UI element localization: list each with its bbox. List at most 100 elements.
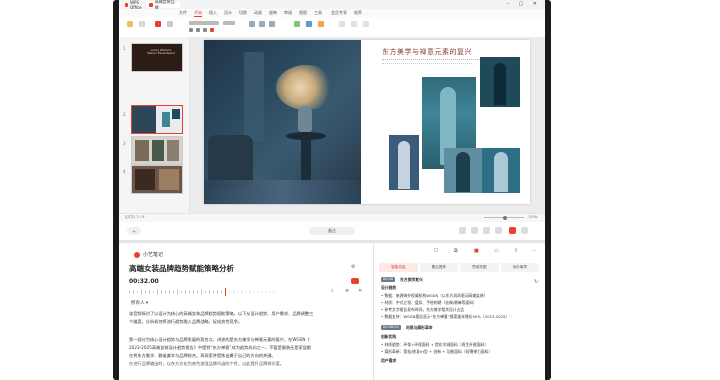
fashion-photo-bottom-left[interactable] <box>389 135 419 190</box>
dried-flowers <box>276 65 336 110</box>
fashion-photo-bottom-middle[interactable] <box>444 148 482 193</box>
vase <box>298 106 312 132</box>
copy-icon[interactable]: ⧉ <box>454 248 458 254</box>
side-table <box>286 132 326 140</box>
slide-canvas[interactable]: 东方美学与禅意元素的复兴 <box>190 37 545 217</box>
menu-review[interactable]: 审阅 <box>284 10 292 16</box>
transcript-line: 2023-2025高端女装设计趋势报告》中提到“东方禅意”成为趋势风向之一，不管… <box>129 345 312 350</box>
menu-tools[interactable]: 工具 <box>314 10 322 16</box>
find-icon[interactable] <box>351 21 357 27</box>
fashion-photo-top-right[interactable] <box>480 57 520 107</box>
align-center-icon[interactable] <box>259 21 265 27</box>
italic-icon[interactable] <box>196 28 200 32</box>
align-left-icon[interactable] <box>249 21 255 27</box>
transcript-line: 在将东方美学、静谧美学与品牌结合，再探索并提炼出属于自己的方向的关键。 <box>129 353 276 358</box>
refresh-icon[interactable]: ↻ <box>534 279 538 285</box>
picture-icon[interactable] <box>318 21 324 27</box>
reading-view-icon[interactable] <box>471 227 478 234</box>
menu-slideshow[interactable]: 放映 <box>269 10 277 16</box>
current-slide[interactable]: 东方美学与禅意元素的复兴 <box>204 40 530 204</box>
chat-icon[interactable]: ☐ <box>434 248 438 254</box>
notes-strip: + 备注 <box>119 222 545 241</box>
summary-tabs: 智能总结 要点提炼 思维导图 待办事项 <box>379 263 539 272</box>
title-bar: WPS Office 高端女装品牌 – ▢ ✕ <box>119 0 545 10</box>
tab-document[interactable]: 高端女装品牌 <box>146 0 180 10</box>
slide-title[interactable]: 东方美学与禅意元素的复兴 <box>382 47 472 57</box>
slide-thumbnail-2[interactable] <box>131 105 183 134</box>
share-icon[interactable]: ⇪ <box>514 248 518 254</box>
menu-view[interactable]: 视图 <box>299 10 307 16</box>
lamp <box>244 52 264 142</box>
fashion-photo-bottom-right[interactable] <box>482 148 520 193</box>
tab-mind-map[interactable]: 思维导图 <box>460 263 499 272</box>
menu-home[interactable]: 开始 <box>194 10 202 17</box>
interior-photo[interactable] <box>204 40 361 204</box>
menu-design[interactable]: 设计 <box>224 10 232 16</box>
speaker-filter[interactable]: 所有人 ▾ <box>131 300 148 306</box>
menu-file[interactable]: 文件 <box>179 10 187 16</box>
menu-bar: 文件 开始 插入 设计 切换 动画 放映 审阅 视图 工具 会员专享 效率 <box>119 9 545 17</box>
summary-line: • 数据支持：WGSN报告显示“东方禅意”搜索量年增长50%（2023-2025… <box>381 314 510 319</box>
slide-thumbnail-1[interactable]: Luxury Women's Fashion Trends Report <box>131 43 183 72</box>
new-slide-icon[interactable] <box>155 21 161 27</box>
menu-animation[interactable]: 动画 <box>254 10 262 16</box>
list-icon[interactable]: ≡ <box>345 288 349 294</box>
zoom-slider-knob[interactable] <box>503 215 507 220</box>
tab-smart-summary[interactable]: 智能总结 <box>379 263 418 272</box>
recording-time: 00:32.00 <box>129 278 159 285</box>
layout-icon[interactable]: ▭ <box>494 248 499 254</box>
underline-icon[interactable] <box>203 28 207 32</box>
grid-view-icon[interactable] <box>459 227 466 234</box>
summary-line: • 材质趋势：环保+环保面料 + 提花羊绒面料（再生纤维面料） <box>381 342 489 347</box>
slide-thumbnail-panel: 1 Luxury Women's Fashion Trends Report 2… <box>119 37 190 217</box>
slide-thumbnail-3[interactable] <box>131 136 183 165</box>
font-size-select[interactable] <box>223 21 235 25</box>
paste-icon[interactable] <box>127 21 133 27</box>
timestamp-chip[interactable]: 00:08:00 <box>381 325 401 330</box>
tab-todo[interactable]: 待办事项 <box>500 263 539 272</box>
textbox-icon[interactable] <box>306 21 312 27</box>
bold-icon[interactable] <box>189 28 193 32</box>
align-right-icon[interactable] <box>269 21 275 27</box>
export-icon[interactable]: ■ <box>474 248 479 254</box>
more-icon[interactable] <box>521 227 528 234</box>
font-color-icon[interactable] <box>210 28 214 32</box>
layout-icon[interactable] <box>167 21 173 27</box>
note-title[interactable]: 高端女装品牌趋势赋能策略分析 <box>129 263 234 274</box>
arrange-icon[interactable] <box>339 21 345 27</box>
status-bar: 幻灯片 2 / 8 100% <box>119 213 545 222</box>
thumbnail-photo <box>135 140 149 161</box>
add-button[interactable]: + <box>127 227 141 235</box>
audio-waveform[interactable] <box>129 288 349 296</box>
timestamp-chip[interactable]: 00:00 <box>381 277 396 282</box>
menu-insert[interactable]: 插入 <box>209 10 217 16</box>
zoom-level[interactable]: 100% <box>528 215 538 219</box>
transcript-line: 个维度，分析如何将流行趋势融入品牌战略，促成良性竞争。 <box>129 319 243 324</box>
side-table-leg <box>301 140 311 185</box>
play-slideshow-icon[interactable] <box>509 227 516 234</box>
more-icon[interactable]: ⋯ <box>532 248 537 254</box>
font-family-select[interactable] <box>189 21 219 25</box>
left-bezel <box>0 0 118 380</box>
share-icon[interactable] <box>495 227 502 234</box>
close-icon[interactable]: ✕ <box>358 288 362 294</box>
note-app-name: 小艺笔记 <box>143 252 164 258</box>
transcript-line: 在进行品牌输出时，以东方文化为底色加强品牌内涵的个性，以此提升品牌辨识度。 <box>129 361 284 366</box>
thumbnail-photo <box>159 169 179 190</box>
shape-icon[interactable] <box>294 21 300 27</box>
settings-icon[interactable]: ⚙ <box>351 264 355 270</box>
menu-efficiency[interactable]: 效率 <box>354 10 362 16</box>
tab-key-points[interactable]: 要点提炼 <box>419 263 458 272</box>
format-painter-icon[interactable] <box>139 21 145 27</box>
thumbnail-photo <box>172 109 180 119</box>
menu-transition[interactable]: 切换 <box>239 10 247 16</box>
menu-member[interactable]: 会员专享 <box>331 10 347 16</box>
select-icon[interactable] <box>363 21 369 27</box>
slide-thumbnail-4[interactable] <box>131 165 183 194</box>
notes-toggle[interactable]: 备注 <box>309 227 355 235</box>
window-controls[interactable]: – ▢ ✕ <box>506 1 541 7</box>
slide-counter: 幻灯片 2 / 8 <box>125 215 145 219</box>
search-icon[interactable]: ⌕ <box>331 288 334 294</box>
comment-icon[interactable] <box>483 227 490 234</box>
record-button[interactable] <box>351 278 359 284</box>
